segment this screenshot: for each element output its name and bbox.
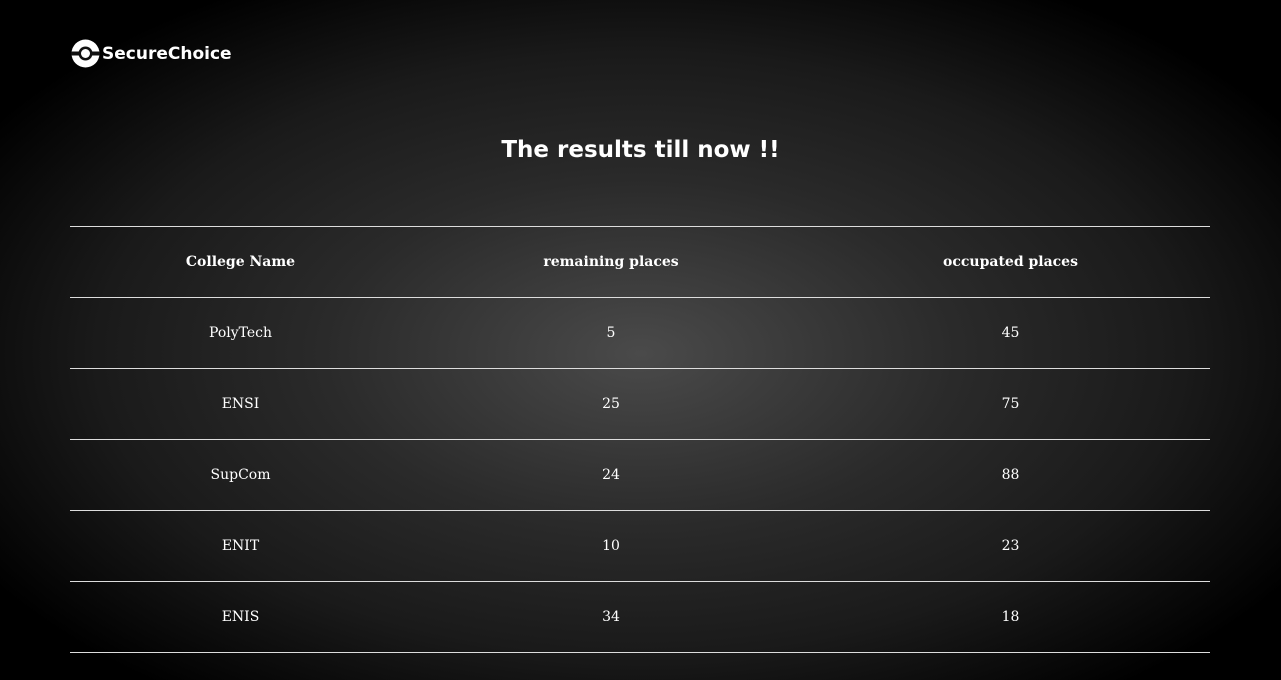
table-header-row: College Name remaining places occupated … xyxy=(70,226,1210,298)
table-row: SupCom 24 88 xyxy=(70,439,1210,511)
header-college-name: College Name xyxy=(185,254,296,270)
cell-occupated-places: 23 xyxy=(1001,538,1020,554)
table-row: PolyTech 5 45 xyxy=(70,297,1210,369)
table-row: ENIT 10 23 xyxy=(70,510,1210,582)
brand-name: SecureChoice xyxy=(102,43,232,64)
cell-occupated-places: 45 xyxy=(1001,325,1020,341)
table-row: ENSI 25 75 xyxy=(70,368,1210,440)
header-remaining-places: remaining places xyxy=(543,254,679,270)
cell-occupated-places: 88 xyxy=(1001,467,1020,483)
cell-remaining-places: 34 xyxy=(602,609,620,625)
cell-remaining-places: 5 xyxy=(606,325,616,341)
cell-remaining-places: 10 xyxy=(602,538,620,554)
page-title: The results till now !! xyxy=(501,137,780,163)
results-table: College Name remaining places occupated … xyxy=(70,226,1210,653)
cell-college-name: ENSI xyxy=(221,396,260,412)
logo-icon xyxy=(71,39,100,68)
cell-college-name: PolyTech xyxy=(208,325,273,341)
cell-college-name: ENIS xyxy=(221,609,260,625)
cell-remaining-places: 25 xyxy=(602,396,620,412)
header-occupated-places: occupated places xyxy=(943,254,1078,270)
cell-occupated-places: 18 xyxy=(1001,609,1020,625)
table-row: ENIS 34 18 xyxy=(70,581,1210,653)
brand-logo[interactable]: SecureChoice xyxy=(71,39,232,68)
cell-remaining-places: 24 xyxy=(602,467,620,483)
cell-college-name: ENIT xyxy=(221,538,260,554)
cell-occupated-places: 75 xyxy=(1001,396,1020,412)
cell-college-name: SupCom xyxy=(210,467,271,483)
